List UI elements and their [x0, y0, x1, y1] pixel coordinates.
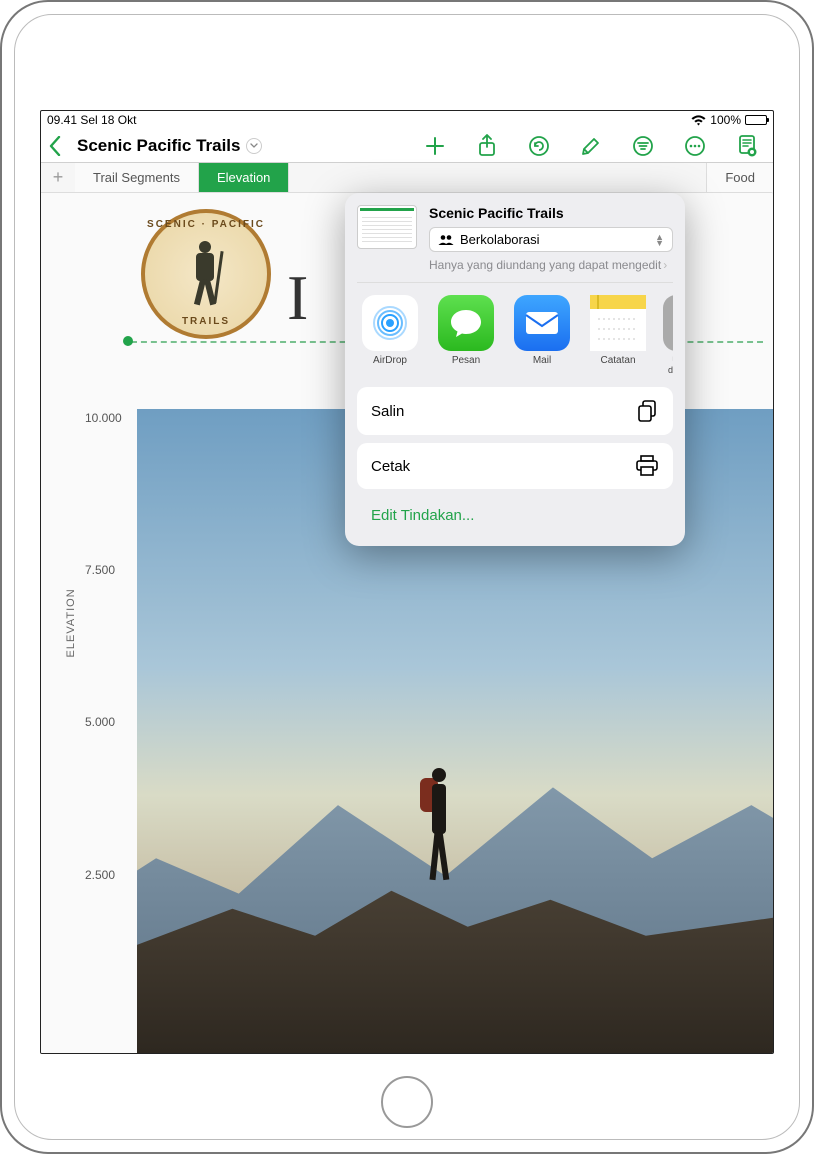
- y-tick: 5.000: [85, 715, 115, 729]
- screen: 09.41 Sel 18 Okt 100% Scenic Pacific Tra…: [40, 110, 774, 1054]
- people-icon: [438, 234, 454, 246]
- share-header: Scenic Pacific Trails Berkolaborasi ▲▼: [357, 205, 673, 283]
- share-app-label: AirDrop: [373, 355, 407, 366]
- back-button[interactable]: [49, 136, 61, 156]
- selection-handle[interactable]: [123, 336, 133, 346]
- permission-summary[interactable]: Hanya yang diundang yang dapat mengedit …: [429, 258, 673, 272]
- hiker-icon: [183, 241, 229, 307]
- action-copy[interactable]: Salin: [357, 387, 673, 435]
- permission-text: Hanya yang diundang yang dapat mengedit: [429, 258, 661, 272]
- y-tick: 10.000: [85, 411, 122, 425]
- notes-icon: [590, 295, 646, 351]
- document-title[interactable]: Scenic Pacific Trails: [77, 136, 262, 156]
- share-airdrop[interactable]: AirDrop: [357, 295, 423, 375]
- y-tick: 2.500: [85, 868, 115, 882]
- share-mail[interactable]: Mail: [509, 295, 575, 375]
- unknown-app-icon: [663, 295, 673, 351]
- trail-logo[interactable]: SCENIC · PACIFIC TRAILS: [141, 209, 271, 339]
- copy-icon: [637, 399, 659, 423]
- mail-icon: [514, 295, 570, 351]
- status-time: 09.41: [47, 113, 77, 127]
- history-button[interactable]: [735, 134, 759, 158]
- share-app-label: Mail: [533, 355, 551, 366]
- more-button[interactable]: [683, 134, 707, 158]
- document-thumbnail: [357, 205, 417, 249]
- ipad-frame: 09.41 Sel 18 Okt 100% Scenic Pacific Tra…: [0, 0, 814, 1154]
- title-fragment: I: [287, 261, 308, 335]
- add-sheet-button[interactable]: +: [41, 163, 75, 192]
- filter-button[interactable]: [631, 134, 655, 158]
- share-actions: Salin Cetak: [357, 387, 673, 489]
- insert-button[interactable]: [423, 134, 447, 158]
- status-left: 09.41 Sel 18 Okt: [47, 113, 136, 127]
- hiker-silhouette: [410, 738, 470, 898]
- share-apps-row[interactable]: AirDrop Pesan Mail: [357, 283, 673, 383]
- action-label: Cetak: [371, 458, 410, 475]
- battery-percent: 100%: [710, 113, 741, 127]
- share-messages[interactable]: Pesan: [433, 295, 499, 375]
- tab-label: Elevation: [217, 170, 270, 185]
- document-title-text: Scenic Pacific Trails: [77, 136, 240, 156]
- share-doc-title: Scenic Pacific Trails: [429, 205, 673, 221]
- undo-button[interactable]: [527, 134, 551, 158]
- share-sheet: Scenic Pacific Trails Berkolaborasi ▲▼: [345, 193, 685, 546]
- title-chevron-icon: [246, 138, 262, 154]
- sheet-tabs: + Trail Segments Elevation Food: [41, 163, 773, 193]
- share-button[interactable]: [475, 134, 499, 158]
- print-icon: [635, 455, 659, 477]
- tab-label: Food: [725, 170, 755, 185]
- edit-actions-label: Edit Tindakan...: [371, 507, 474, 524]
- logo-arc-top: SCENIC · PACIFIC: [145, 219, 267, 230]
- tab-elevation[interactable]: Elevation: [199, 163, 289, 192]
- airdrop-icon: [362, 295, 418, 351]
- share-app-label: Catatan: [600, 355, 635, 366]
- sheet-canvas[interactable]: SCENIC · PACIFIC TRAILS I ELEVATION 10.0…: [41, 193, 773, 1053]
- edit-actions-button[interactable]: Edit Tindakan...: [357, 497, 673, 534]
- collaborate-selector[interactable]: Berkolaborasi ▲▼: [429, 227, 673, 252]
- tab-label: Trail Segments: [93, 170, 180, 185]
- action-print[interactable]: Cetak: [357, 443, 673, 489]
- status-bar: 09.41 Sel 18 Okt 100%: [41, 111, 773, 129]
- collab-mode-label: Berkolaborasi: [460, 232, 540, 247]
- tab-trail-segments[interactable]: Trail Segments: [75, 163, 199, 192]
- y-axis-label: ELEVATION: [65, 588, 77, 657]
- app-toolbar: Scenic Pacific Trails: [41, 129, 773, 163]
- battery-icon: [745, 115, 767, 125]
- share-more-app[interactable]: Un deng: [661, 295, 673, 375]
- updown-icon: ▲▼: [655, 234, 664, 246]
- format-paint-button[interactable]: [579, 134, 603, 158]
- home-button[interactable]: [381, 1076, 433, 1128]
- status-right: 100%: [691, 113, 767, 127]
- status-date: Sel 18 Okt: [80, 113, 136, 127]
- chevron-right-icon: ›: [663, 258, 667, 272]
- share-app-label: Pesan: [452, 355, 480, 366]
- y-tick: 7.500: [85, 563, 115, 577]
- action-label: Salin: [371, 403, 404, 420]
- logo-arc-bottom: TRAILS: [145, 316, 267, 327]
- messages-icon: [438, 295, 494, 351]
- share-notes[interactable]: Catatan: [585, 295, 651, 375]
- tab-food[interactable]: Food: [706, 163, 773, 192]
- wifi-icon: [691, 115, 706, 126]
- share-app-label: Un deng: [661, 355, 673, 375]
